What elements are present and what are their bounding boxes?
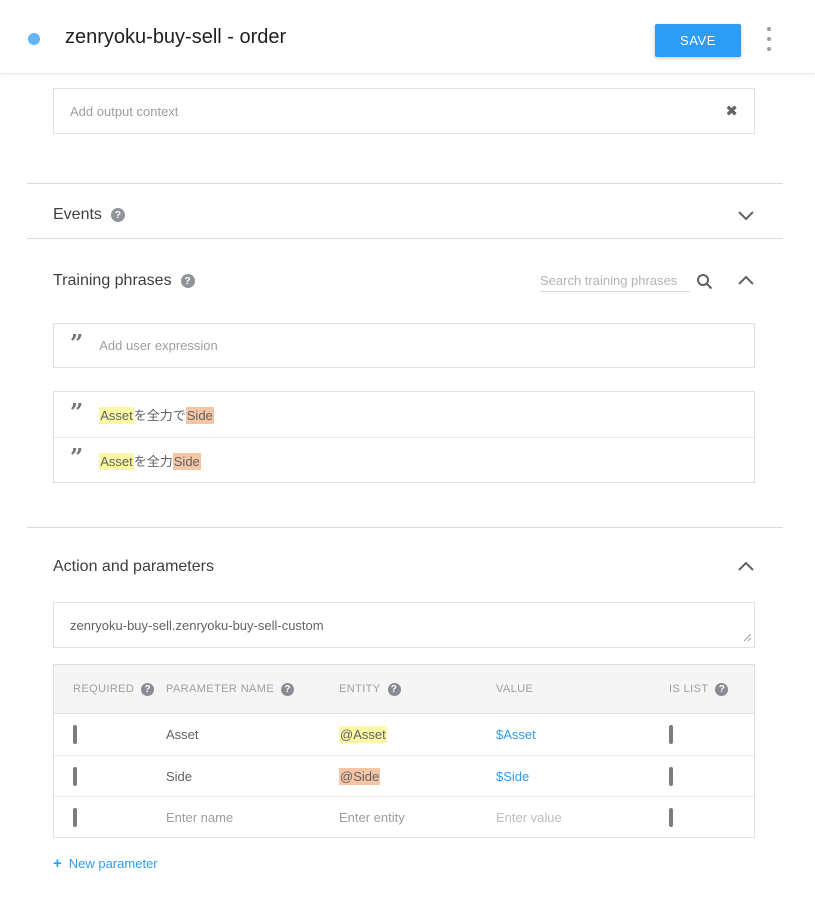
parameter-entity[interactable]: @Side (339, 767, 381, 785)
help-icon[interactable]: ? (180, 274, 195, 288)
new-parameter-button[interactable]: + New parameter (53, 855, 158, 872)
entity-highlight-side[interactable]: Side (172, 452, 201, 470)
parameters-table-header: REQUIRED ? PARAMETER NAME ? ENTITY ? VAL… (54, 665, 754, 714)
new-parameter-label: New parameter (68, 856, 158, 871)
help-icon[interactable]: ? (387, 682, 401, 696)
entity-highlight-asset[interactable]: Asset (99, 452, 134, 470)
help-icon[interactable]: ? (715, 682, 729, 696)
action-name-field[interactable]: zenryoku-buy-sell.zenryoku-buy-sell-cust… (53, 602, 755, 648)
parameter-name[interactable]: Side (147, 769, 320, 784)
chevron-down-icon[interactable] (737, 209, 755, 221)
close-icon[interactable]: ✖ (725, 104, 738, 119)
divider (27, 527, 783, 528)
column-value: VALUE (496, 683, 534, 695)
divider (27, 238, 783, 239)
quote-icon: ” (70, 329, 84, 357)
training-phrase-row[interactable]: ” Assetを全力Side (54, 437, 754, 482)
events-title: Events (53, 206, 102, 223)
resize-handle-icon[interactable] (743, 630, 752, 645)
add-user-expression-placeholder: Add user expression (99, 338, 218, 353)
events-section-header[interactable]: Events ? (53, 184, 755, 238)
parameter-value[interactable]: $Asset (496, 727, 536, 742)
parameter-entity-input[interactable]: Enter entity (320, 810, 477, 825)
parameter-value[interactable]: $Side (496, 769, 529, 784)
training-phrases-search (540, 270, 713, 292)
chevron-up-icon[interactable] (737, 275, 755, 287)
parameter-entity[interactable]: @Asset (339, 726, 387, 743)
parameter-name[interactable]: Asset (147, 727, 320, 742)
phrase-text: Assetを全力でSide (99, 407, 214, 424)
action-name-value: zenryoku-buy-sell.zenryoku-buy-sell-cust… (70, 617, 324, 633)
is-list-checkbox[interactable] (669, 766, 673, 786)
action-parameters-title: Action and parameters (53, 558, 214, 575)
search-icon[interactable] (696, 273, 713, 290)
column-is-list: IS LIST ? (650, 682, 754, 696)
training-phrases-section-header: Training phrases ? (53, 266, 755, 296)
phrase-text: Assetを全力Side (99, 452, 201, 470)
parameter-row: Asset @Asset $Asset (54, 714, 754, 755)
required-checkbox[interactable] (73, 807, 77, 827)
is-list-checkbox[interactable] (669, 807, 673, 827)
parameters-table: REQUIRED ? PARAMETER NAME ? ENTITY ? VAL… (53, 664, 755, 838)
add-output-context-field[interactable]: Add output context ✖ (53, 88, 755, 134)
page-title: zenryoku-buy-sell - order (65, 26, 287, 48)
training-phrase-row[interactable]: ” Assetを全力でSide (54, 392, 754, 437)
parameter-row: Side @Side $Side (54, 755, 754, 796)
training-phrase-list: ” Assetを全力でSide ” Assetを全力Side (53, 391, 755, 483)
training-phrases-title: Training phrases (53, 272, 172, 289)
plus-icon: + (53, 855, 62, 872)
required-checkbox[interactable] (73, 725, 77, 744)
more-options-icon[interactable] (763, 27, 775, 51)
column-entity: ENTITY ? (320, 682, 477, 696)
intent-status-dot (28, 33, 40, 45)
column-required: REQUIRED ? (54, 682, 155, 696)
help-icon[interactable]: ? (110, 208, 125, 222)
save-button[interactable]: SAVE (655, 24, 741, 57)
quote-icon: ” (70, 444, 84, 471)
column-parameter-name: PARAMETER NAME ? (147, 682, 320, 696)
entity-highlight-side[interactable]: Side (185, 407, 214, 424)
add-user-expression-field[interactable]: ” Add user expression (53, 323, 755, 368)
is-list-checkbox[interactable] (669, 725, 673, 744)
action-parameters-section-header: Action and parameters (53, 552, 755, 582)
intent-header: zenryoku-buy-sell - order SAVE (0, 0, 815, 74)
add-output-context-placeholder: Add output context (70, 103, 179, 119)
parameter-row-empty: Enter name Enter entity Enter value (54, 796, 754, 837)
entity-highlight-asset[interactable]: Asset (99, 407, 134, 424)
required-checkbox[interactable] (73, 766, 77, 786)
parameter-value-input[interactable]: Enter value (477, 810, 650, 825)
quote-icon: ” (70, 398, 84, 426)
search-input[interactable] (540, 270, 690, 292)
parameter-name-input[interactable]: Enter name (147, 810, 320, 825)
chevron-up-icon[interactable] (737, 561, 755, 573)
help-icon[interactable]: ? (281, 682, 295, 696)
